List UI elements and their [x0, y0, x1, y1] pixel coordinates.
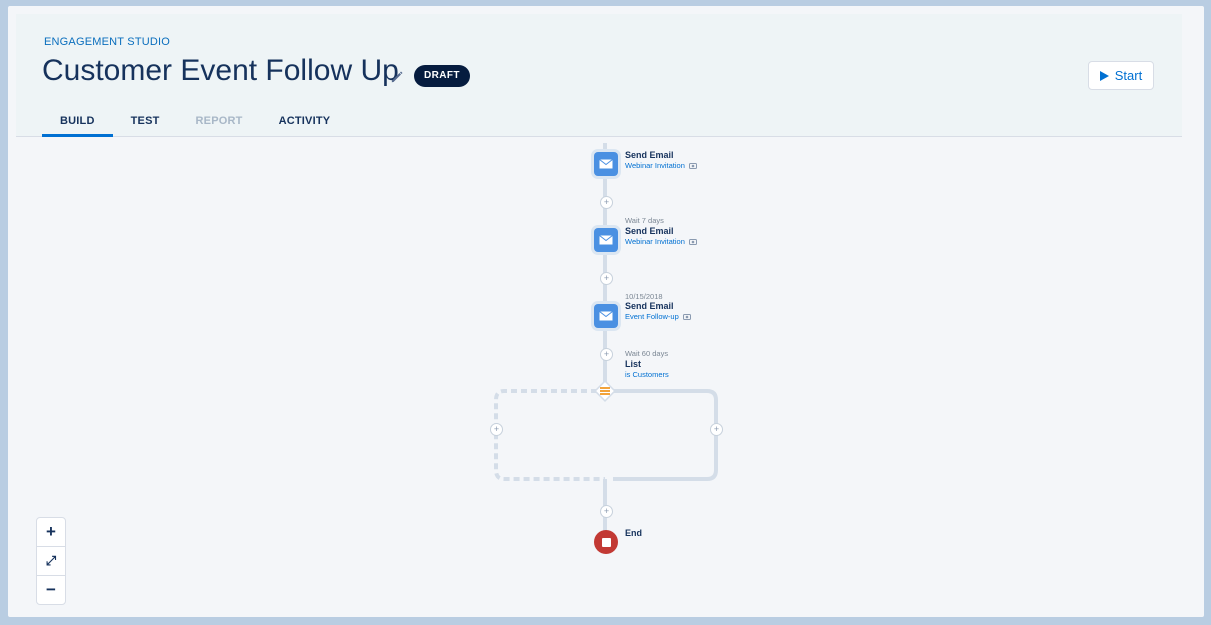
step-1-asset-link[interactable]: Webinar Invitation — [625, 161, 685, 170]
send-email-step-2[interactable] — [594, 228, 618, 252]
add-step-button[interactable]: + — [600, 348, 613, 361]
zoom-in-button[interactable]: + — [37, 518, 65, 547]
stop-icon[interactable] — [594, 530, 618, 554]
email-icon — [599, 235, 613, 245]
flow-canvas: Send Email Webinar Invitation + Wait 7 d… — [0, 0, 1211, 625]
add-step-button[interactable]: + — [600, 505, 613, 518]
end-label: End — [625, 528, 642, 538]
step-2-title: Send Email — [625, 226, 674, 236]
step-2-asset-link[interactable]: Webinar Invitation — [625, 237, 685, 246]
zoom-out-button[interactable]: − — [37, 576, 65, 604]
send-email-step-3[interactable] — [594, 304, 618, 328]
add-step-button[interactable]: + — [600, 272, 613, 285]
step-3-date: 10/15/2018 — [625, 292, 663, 301]
step-3-subtitle[interactable]: Event Follow-up — [625, 312, 691, 321]
step-1-subtitle[interactable]: Webinar Invitation — [625, 161, 697, 170]
step-2-subtitle[interactable]: Webinar Invitation — [625, 237, 697, 246]
email-icon — [599, 159, 613, 169]
step-2-wait: Wait 7 days — [625, 216, 664, 225]
email-icon — [599, 311, 613, 321]
list-rule-icon[interactable] — [593, 379, 617, 403]
step-1-title: Send Email — [625, 150, 674, 160]
add-step-button[interactable]: + — [600, 196, 613, 209]
send-email-step-1[interactable] — [594, 152, 618, 176]
zoom-controls: + ⤢ − — [36, 517, 66, 605]
rule-subtitle[interactable]: is Customers — [625, 370, 669, 379]
rule-criteria-link[interactable]: is Customers — [625, 370, 669, 379]
camera-icon[interactable] — [688, 162, 697, 169]
add-step-button-yes-branch[interactable]: + — [710, 423, 723, 436]
rule-title: List — [625, 359, 642, 369]
step-3-asset-link[interactable]: Event Follow-up — [625, 312, 679, 321]
fit-to-screen-button[interactable]: ⤢ — [37, 547, 65, 576]
step-3-title: Send Email — [625, 301, 674, 311]
camera-icon[interactable] — [688, 238, 697, 245]
camera-icon[interactable] — [682, 313, 691, 320]
add-step-button-no-branch[interactable]: + — [490, 423, 503, 436]
rule-wait: Wait 60 days — [625, 349, 669, 358]
